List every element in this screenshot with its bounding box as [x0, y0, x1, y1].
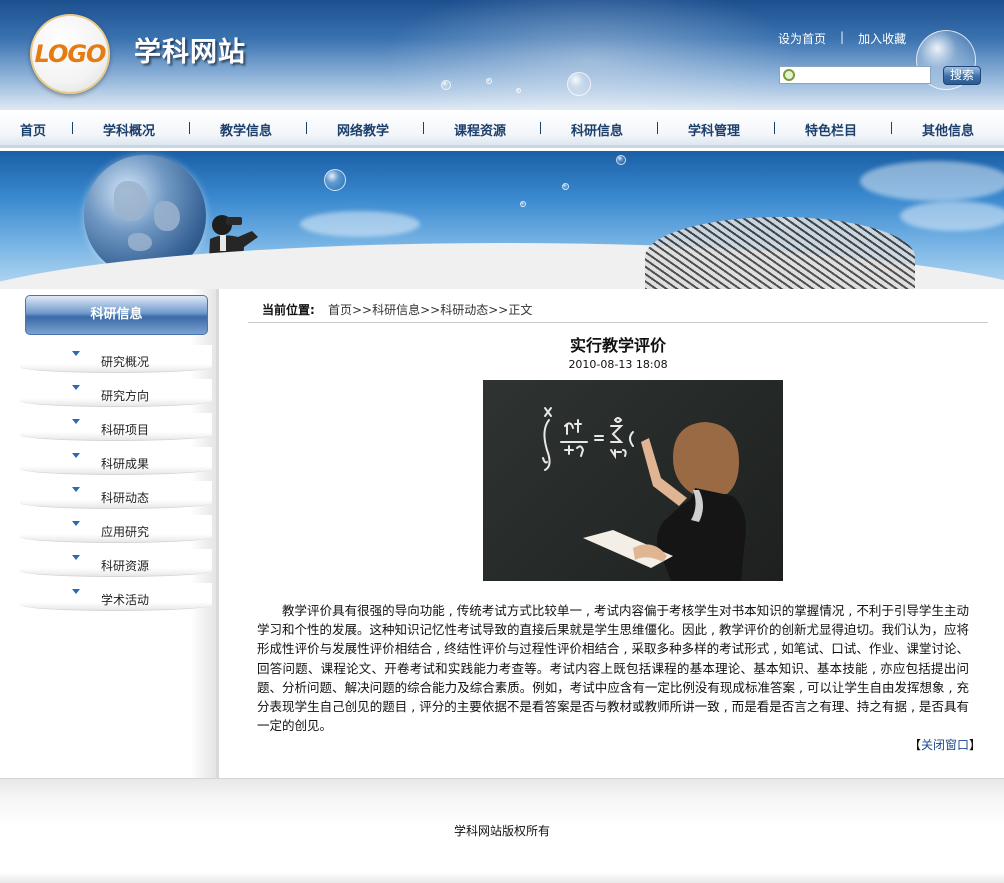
- sidebar-item-label: 科研动态: [101, 491, 150, 505]
- article-body: 教学评价具有很强的导向功能 , 传统考试方式比较单一 , 考试内容偏于考核学生对…: [257, 603, 969, 734]
- teacher-at-blackboard-photo: [483, 380, 783, 581]
- sidebar-item-label: 应用研究: [101, 525, 150, 539]
- nav-item-research[interactable]: 科研信息: [571, 120, 623, 139]
- main-nav: 首页 学科概况 教学信息 网络教学 课程资源 科研信息 学科管理 特色栏目 其他…: [0, 110, 1004, 148]
- sidebar-item-label: 研究概况: [101, 355, 150, 369]
- cloud-decoration: [300, 211, 420, 237]
- nav-item-overview[interactable]: 学科概况: [103, 120, 155, 139]
- sidebar-item-label: 研究方向: [101, 389, 150, 403]
- triangle-down-icon: [72, 419, 80, 424]
- triangle-down-icon: [72, 453, 80, 458]
- triangle-down-icon: [72, 521, 80, 526]
- sidebar-item-research-resources[interactable]: 科研资源: [20, 549, 212, 577]
- sidebar-item-research-overview[interactable]: 研究概况: [20, 345, 212, 373]
- sidebar-item-academic-activities[interactable]: 学术活动: [20, 583, 212, 611]
- nav-separator: [774, 122, 775, 134]
- nav-separator: [657, 122, 658, 134]
- set-homepage-link[interactable]: 设为首页: [778, 30, 826, 47]
- stadium-image: [645, 217, 915, 289]
- search-box: [779, 66, 931, 84]
- nav-item-featured[interactable]: 特色栏目: [805, 120, 857, 139]
- triangle-down-icon: [72, 589, 80, 594]
- nav-item-other[interactable]: 其他信息: [922, 120, 974, 139]
- photo-illustration: [542, 407, 746, 581]
- nav-item-course-resources[interactable]: 课程资源: [454, 120, 506, 139]
- sidebar-item-label: 科研资源: [101, 559, 150, 573]
- bubble-decoration: [562, 183, 569, 190]
- article-date: 2010-08-13 18:08: [568, 358, 668, 371]
- sidebar-item-research-direction[interactable]: 研究方向: [20, 379, 212, 407]
- sidebar-item-applied-research[interactable]: 应用研究: [20, 515, 212, 543]
- breadcrumb[interactable]: 首页>>科研信息>>科研动态>>正文: [328, 301, 532, 318]
- nav-separator: [306, 122, 307, 134]
- add-favorite-link[interactable]: 加入收藏: [858, 30, 906, 47]
- banner-image: [0, 151, 1004, 289]
- nav-item-management[interactable]: 学科管理: [688, 120, 740, 139]
- header: LOGO 学科网站 设为首页 | 加入收藏 搜索: [0, 0, 1004, 110]
- sidebar-title: 科研信息: [25, 295, 208, 335]
- bubble-decoration: [324, 169, 346, 191]
- sidebar-item-label: 科研成果: [101, 457, 150, 471]
- article-title: 实行教学评价: [569, 336, 666, 355]
- site-title: 学科网站: [134, 37, 246, 68]
- bubble-decoration: [486, 78, 492, 84]
- triangle-down-icon: [72, 487, 80, 492]
- close-window-link[interactable]: 【关闭窗口】: [909, 736, 981, 753]
- site-logo[interactable]: LOGO: [30, 14, 110, 94]
- footer: 学科网站版权所有: [0, 778, 1004, 883]
- header-glow: [380, 0, 800, 110]
- top-link-separator: |: [840, 30, 845, 44]
- sidebar: 科研信息 研究概况 研究方向 科研项目 科研成果 科研动态 应用研究 科研资源: [0, 289, 219, 778]
- bubble-decoration: [441, 80, 451, 90]
- nav-separator: [72, 122, 73, 134]
- nav-separator: [540, 122, 541, 134]
- search-input[interactable]: [798, 67, 928, 83]
- cloud-decoration: [900, 201, 1004, 231]
- search-icon: [783, 69, 795, 81]
- sidebar-item-research-news[interactable]: 科研动态: [20, 481, 212, 509]
- close-window-label[interactable]: 关闭窗口: [921, 738, 969, 752]
- search-button[interactable]: 搜索: [943, 66, 981, 85]
- sidebar-item-label: 学术活动: [101, 593, 150, 607]
- logo-text: LOGO: [34, 40, 107, 68]
- nav-item-home[interactable]: 首页: [20, 120, 46, 139]
- nav-item-online-teaching[interactable]: 网络教学: [337, 120, 389, 139]
- sidebar-item-research-projects[interactable]: 科研项目: [20, 413, 212, 441]
- nav-item-teaching[interactable]: 教学信息: [220, 120, 272, 139]
- triangle-down-icon: [72, 385, 80, 390]
- triangle-down-icon: [72, 351, 80, 356]
- page: LOGO 学科网站 设为首页 | 加入收藏 搜索 首页 学科概况 教学信息 网络…: [0, 0, 1004, 883]
- breadcrumb-label: 当前位置:: [262, 303, 315, 317]
- nav-separator: [891, 122, 892, 134]
- triangle-down-icon: [72, 555, 80, 560]
- bubble-decoration: [520, 201, 526, 207]
- sidebar-item-label: 科研项目: [101, 423, 150, 437]
- nav-separator: [189, 122, 190, 134]
- divider: [248, 322, 988, 323]
- top-links: 设为首页 | 加入收藏: [778, 30, 906, 47]
- bracket-close: 】: [969, 738, 982, 752]
- nav-separator: [423, 122, 424, 134]
- bubble-decoration: [567, 72, 591, 96]
- bubble-decoration: [616, 155, 626, 165]
- bracket-open: 【: [909, 738, 922, 752]
- sidebar-item-research-results[interactable]: 科研成果: [20, 447, 212, 475]
- cloud-decoration: [860, 161, 1004, 201]
- copyright-text: 学科网站版权所有: [453, 824, 550, 838]
- bubble-decoration: [516, 88, 521, 93]
